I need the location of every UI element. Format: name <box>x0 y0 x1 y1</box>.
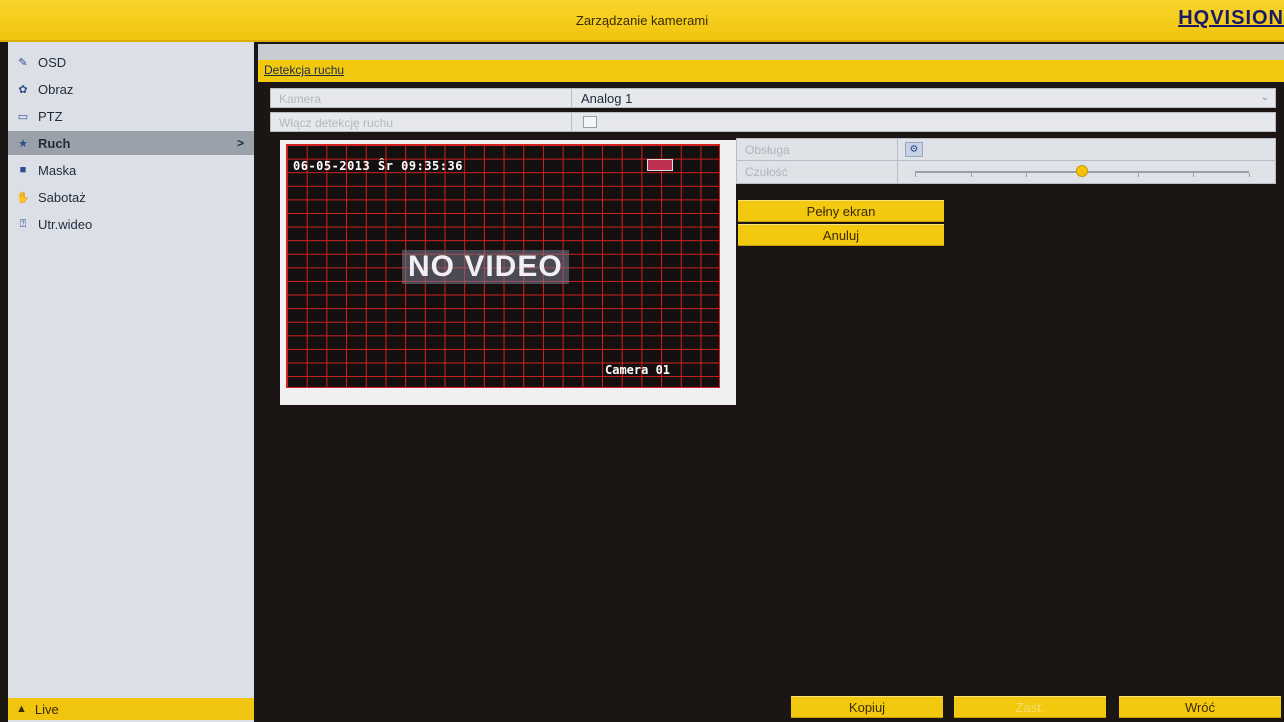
brand-logo: HQVISION <box>1178 8 1284 28</box>
chevron-right-icon: > <box>236 136 244 150</box>
sidebar-item-label: PTZ <box>38 108 63 124</box>
copy-button[interactable]: Kopiuj <box>791 696 943 718</box>
sidebar-item-label: Ruch <box>38 135 71 151</box>
detection-settings: Obsługa ⚙ Czułość <box>736 138 1276 184</box>
slider-tick <box>1137 173 1139 177</box>
enable-motion-checkbox[interactable] <box>583 116 597 128</box>
sidebar-item-ruch[interactable]: ★ Ruch > <box>8 131 254 155</box>
slider-tick <box>915 173 916 177</box>
live-label: Live <box>34 701 59 717</box>
tab-motion-detection[interactable]: Detekcja ruchu <box>264 63 344 77</box>
camera-select[interactable]: Analog 1 <box>581 91 632 106</box>
home-icon: ▲ <box>16 703 27 715</box>
gear-icon[interactable]: ⚙ <box>905 142 923 157</box>
sidebar-item-label: OSD <box>38 54 67 70</box>
sidebar-item-label: Maska <box>38 162 77 178</box>
sensitivity-row: Czułość <box>737 161 1275 183</box>
sidebar-item-sabotaz[interactable]: ✋ Sabotaż <box>8 185 254 209</box>
image-icon: ✿ <box>18 83 28 96</box>
divider <box>897 161 898 183</box>
ptz-icon: ▭ <box>17 110 29 123</box>
slider-tick <box>1249 173 1250 177</box>
sidebar: ✎ OSD ✿ Obraz ▭ PTZ ★ Ruch > ■ Maska ✋ S… <box>8 42 254 722</box>
sidebar-item-osd[interactable]: ✎ OSD <box>8 50 254 74</box>
preview-frame: 06-05-2013 Ŝr 09:35:36 NO VIDEO Camera 0… <box>280 140 736 405</box>
sidebar-item-label: Utr.wideo <box>38 216 93 232</box>
sidebar-item-label: Obraz <box>38 81 74 97</box>
video-loss-icon: ⍰ <box>19 217 27 230</box>
sidebar-item-maska[interactable]: ■ Maska <box>8 158 254 182</box>
enable-motion-row: Włącz detekcję ruchu <box>270 112 1276 132</box>
slider-tick <box>1193 173 1195 177</box>
enable-motion-label: Włącz detekcję ruchu <box>279 116 394 130</box>
tamper-icon: ✋ <box>16 191 30 204</box>
record-status-icon <box>647 159 673 171</box>
motion-grid-preview[interactable]: 06-05-2013 Ŝr 09:35:36 NO VIDEO Camera 0… <box>286 144 720 388</box>
main-panel: Detekcja ruchu Kamera Analog 1 ⌄ Włącz d… <box>258 44 1284 722</box>
fullscreen-button[interactable]: Pełny ekran <box>738 200 944 222</box>
camera-select-row: Kamera Analog 1 ⌄ <box>270 88 1276 108</box>
sensitivity-slider-handle[interactable] <box>1076 165 1088 177</box>
mask-icon: ■ <box>19 164 27 176</box>
tab-bar: Detekcja ruchu <box>258 60 1284 82</box>
osd-datetime: 06-05-2013 Ŝr 09:35:36 <box>293 159 463 173</box>
back-button[interactable]: Wróć <box>1119 696 1281 718</box>
motion-icon: ★ <box>18 137 28 150</box>
live-button[interactable]: ▲ Live <box>8 698 254 720</box>
chevron-down-icon[interactable]: ⌄ <box>1261 92 1269 103</box>
sidebar-item-utr-wideo[interactable]: ⍰ Utr.wideo <box>8 212 254 236</box>
sidebar-item-label: Sabotaż <box>38 189 86 205</box>
title-bar: Zarządzanie kamerami HQVISION <box>0 0 1284 42</box>
cancel-button[interactable]: Anuluj <box>738 224 944 246</box>
camera-label: Kamera <box>279 92 322 106</box>
divider <box>571 113 572 131</box>
handling-row: Obsługa ⚙ <box>737 139 1275 161</box>
sidebar-item-ptz[interactable]: ▭ PTZ <box>8 104 254 128</box>
slider-tick <box>1026 173 1028 177</box>
logo-text: HQVISION <box>1178 7 1284 29</box>
sensitivity-label: Czułość <box>745 165 788 179</box>
no-video-label: NO VIDEO <box>402 250 569 284</box>
divider <box>897 139 898 161</box>
osd-icon: ✎ <box>18 56 28 69</box>
window-title: Zarządzanie kamerami <box>575 13 709 28</box>
apply-button[interactable]: Zast. <box>954 696 1106 718</box>
header-strip <box>258 44 1284 60</box>
divider <box>571 89 572 107</box>
slider-tick <box>970 173 972 177</box>
osd-camera-name: Camera 01 <box>605 363 671 377</box>
sidebar-item-obraz[interactable]: ✿ Obraz <box>8 77 254 101</box>
handling-label: Obsługa <box>745 143 790 157</box>
